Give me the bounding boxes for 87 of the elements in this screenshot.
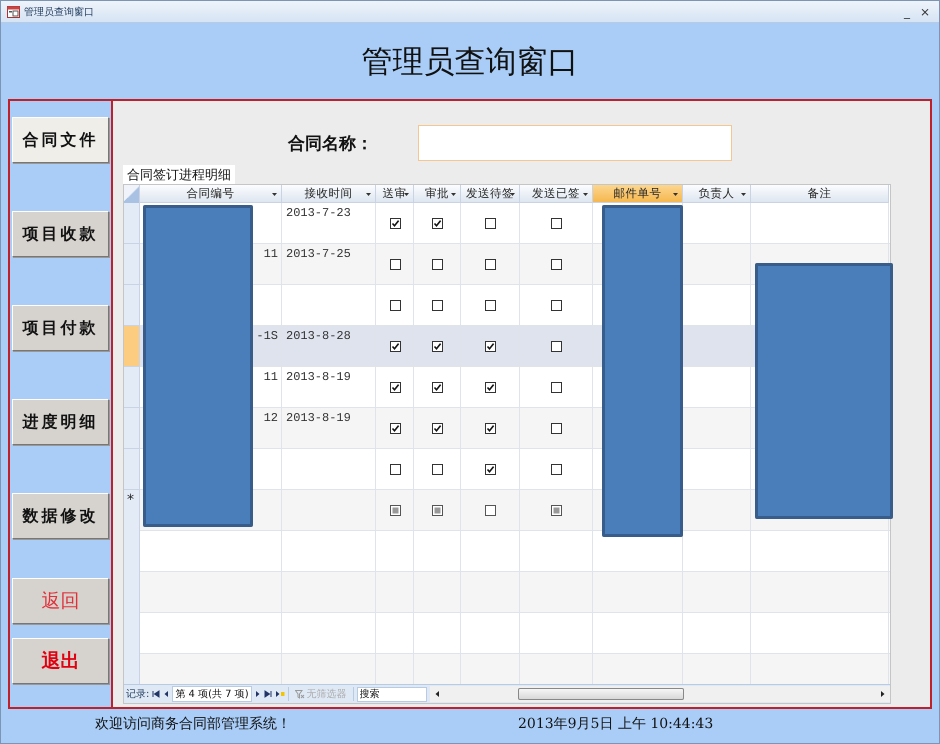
nav-button[interactable]: 项目付款 [12, 305, 109, 351]
record-position-field[interactable]: 第 4 项(共 7 项) [172, 686, 252, 702]
checkbox[interactable] [551, 504, 562, 516]
dropdown-arrow-icon[interactable] [404, 193, 409, 196]
checkbox[interactable] [485, 258, 496, 270]
checkbox[interactable] [551, 300, 562, 310]
checkbox[interactable] [390, 340, 400, 352]
column-header[interactable]: 发送待签 [461, 185, 520, 203]
column-header[interactable]: 合同编号 [140, 185, 282, 203]
checkbox[interactable] [485, 382, 496, 392]
checkbox[interactable] [432, 300, 443, 310]
column-header[interactable]: 审批 [414, 185, 461, 203]
checkbox[interactable] [485, 218, 496, 228]
horizontal-scrollbar[interactable] [430, 686, 890, 702]
checkbox[interactable] [551, 340, 562, 352]
table-cell: -1S [256, 329, 278, 343]
checkbox[interactable] [432, 258, 443, 270]
checkbox[interactable] [485, 422, 496, 434]
checkbox[interactable] [432, 382, 443, 392]
checkbox[interactable] [551, 464, 562, 474]
dropdown-arrow-icon[interactable] [741, 193, 746, 196]
checkbox[interactable] [390, 504, 400, 516]
checkbox[interactable] [551, 422, 562, 434]
table-cell: 12 [264, 411, 278, 425]
checkbox[interactable] [390, 382, 400, 392]
nav-button[interactable]: 进度明细 [12, 399, 109, 445]
checkbox[interactable] [485, 340, 496, 352]
minimize-button[interactable]: _ [900, 4, 913, 18]
window-title: 管理员查询窗口 [24, 6, 94, 18]
search-field[interactable]: 搜索 [356, 686, 427, 702]
subform-caption: 合同签订进程明细 [123, 165, 235, 184]
checkbox[interactable] [432, 464, 443, 474]
column-header[interactable]: 邮件单号 [593, 185, 683, 203]
date-time-text: 2013年9月5日 上午 10:44:43 [518, 715, 714, 733]
table-cell: 2013-7-23 [286, 206, 351, 220]
checkbox[interactable] [390, 422, 400, 434]
new-record-marker: * [127, 492, 134, 508]
table-cell: 2013-8-19 [286, 411, 351, 425]
checkbox[interactable] [551, 382, 562, 392]
table-cell: 2013-8-28 [286, 329, 351, 343]
close-button[interactable]: × [916, 4, 933, 18]
nav-button[interactable]: 项目收款 [12, 211, 109, 257]
checkbox[interactable] [485, 300, 496, 310]
dropdown-arrow-icon[interactable] [366, 193, 371, 196]
last-record-icon[interactable] [264, 690, 272, 698]
checkbox[interactable] [390, 218, 400, 228]
dropdown-arrow-icon[interactable] [272, 193, 277, 196]
nav-button[interactable]: 数据修改 [12, 493, 109, 539]
checkbox[interactable] [432, 504, 443, 516]
new-record-icon[interactable] [274, 690, 285, 698]
dropdown-arrow-icon[interactable] [510, 193, 515, 196]
next-record-icon[interactable] [254, 690, 261, 698]
column-header[interactable]: 备注 [751, 185, 889, 203]
column-header[interactable]: 发送已签 [520, 185, 593, 203]
contract-name-field[interactable] [418, 125, 732, 161]
filter-icon [294, 690, 305, 698]
welcome-message: 欢迎访问商务合同部管理系统！ [95, 715, 292, 733]
column-header[interactable]: 接收时间 [282, 185, 376, 203]
checkbox[interactable] [390, 464, 400, 474]
checkbox[interactable] [432, 218, 443, 228]
record-label: 记录: [126, 688, 150, 701]
table-cell: 2013-8-19 [286, 370, 351, 384]
scrollbar-thumb[interactable] [518, 688, 684, 700]
contract-name-label: 合同名称： [288, 132, 374, 154]
checkbox[interactable] [551, 218, 562, 228]
checkbox[interactable] [551, 258, 562, 270]
table-cell: 11 [264, 247, 278, 261]
dropdown-arrow-icon[interactable] [583, 193, 588, 196]
checkbox[interactable] [390, 258, 400, 270]
checkbox[interactable] [390, 300, 400, 310]
table-cell: 11 [264, 370, 278, 384]
dropdown-arrow-icon[interactable] [673, 193, 678, 196]
dropdown-arrow-icon[interactable] [451, 193, 456, 196]
form-heading: 管理员查询窗口 [360, 43, 580, 82]
checkbox[interactable] [432, 422, 443, 434]
table-cell: 2013-7-25 [286, 247, 351, 261]
nav-button[interactable]: 合同文件 [12, 117, 109, 163]
checkbox[interactable] [432, 340, 443, 352]
first-record-icon[interactable] [152, 690, 160, 698]
checkbox[interactable] [485, 504, 496, 516]
column-header[interactable]: 送审 [376, 185, 414, 203]
column-header[interactable]: 负责人 [683, 185, 751, 203]
checkbox[interactable] [485, 464, 496, 474]
form-icon [7, 6, 20, 18]
scroll-right-icon[interactable] [880, 690, 886, 698]
scroll-left-icon[interactable] [434, 690, 440, 698]
previous-record-icon[interactable] [163, 690, 170, 698]
